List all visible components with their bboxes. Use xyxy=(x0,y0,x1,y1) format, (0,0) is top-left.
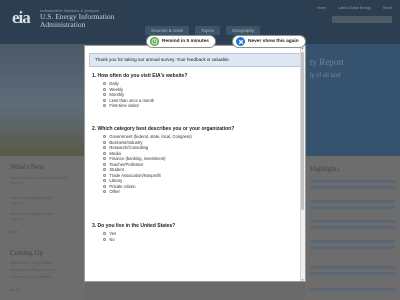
option-label: Daily xyxy=(109,81,119,87)
radio-button[interactable] xyxy=(103,87,107,91)
radio-button[interactable] xyxy=(103,151,107,155)
option-label: No xyxy=(109,236,115,242)
option-label: First-time visitor xyxy=(109,103,139,109)
option-label: Yes xyxy=(109,231,117,237)
nav-topics[interactable]: Topics xyxy=(195,26,221,35)
radio-button[interactable] xyxy=(103,162,107,166)
radio-button[interactable] xyxy=(103,104,107,108)
option-label: Other xyxy=(109,189,120,195)
option-label: Trade Association/Nonprofit xyxy=(109,172,161,178)
highlight-line xyxy=(310,226,395,229)
radio-button[interactable] xyxy=(103,146,107,150)
highlight-line xyxy=(310,272,395,275)
survey-dialog: Thank you for taking our annual survey. … xyxy=(84,45,306,282)
highlight-line xyxy=(310,246,395,249)
scroll-down-arrow-icon[interactable]: ▼ xyxy=(301,279,304,282)
header-link[interactable]: Home xyxy=(317,6,326,10)
radio-option[interactable]: Government (federal, state, local, Congr… xyxy=(103,134,192,140)
whats-new-item[interactable]: Monthly Consumer Electricity Report Augu… xyxy=(10,176,78,185)
question-2-options: Government (federal, state, local, Congr… xyxy=(103,134,192,195)
radio-button[interactable] xyxy=(103,82,107,86)
highlight-line xyxy=(310,266,395,269)
hero-subtitle: ly of oil and xyxy=(310,73,341,79)
radio-button[interactable] xyxy=(103,232,107,236)
whats-new-title: What's New xyxy=(10,163,45,171)
highlight-line xyxy=(310,180,395,183)
option-label: Teacher/Professor xyxy=(109,161,144,167)
option-label: Student xyxy=(109,167,124,173)
radio-button[interactable] xyxy=(103,190,107,194)
remind-later-label: Remind in 5 minutes xyxy=(162,39,209,44)
highlight-line xyxy=(310,220,395,223)
option-label: Business/Industry xyxy=(109,139,143,145)
option-label: Finance (banking, investment) xyxy=(109,156,166,162)
hero-photo xyxy=(0,44,85,156)
option-label: Media xyxy=(109,150,121,156)
highlight-line xyxy=(310,206,395,209)
option-label: Research/Consulting xyxy=(109,145,149,151)
radio-button[interactable] xyxy=(103,98,107,102)
nav-geography[interactable]: Geography xyxy=(226,26,261,35)
radio-button[interactable] xyxy=(103,135,107,139)
radio-option[interactable]: Other xyxy=(103,189,192,195)
header-links: Home Latest Global Energy Reset xyxy=(317,6,392,10)
hero-feature-panel xyxy=(290,44,400,156)
highlight-line xyxy=(310,200,395,203)
radio-button[interactable] xyxy=(103,157,107,161)
radio-button[interactable] xyxy=(103,179,107,183)
close-icon xyxy=(236,37,245,46)
coming-up-item[interactable]: Short-Term Energy Outlook xyxy=(10,261,78,266)
whats-new-item[interactable]: Short-Term Energy Outlook August 9 xyxy=(10,212,78,221)
coming-up-item[interactable]: International Energy Outlook xyxy=(10,268,78,273)
survey-intro: Thank you for taking our annual survey. … xyxy=(89,53,301,67)
coming-up-title: Coming Up xyxy=(10,249,43,257)
header-link[interactable]: Latest Global Energy xyxy=(338,6,371,10)
radio-button[interactable] xyxy=(103,184,107,188)
header-link[interactable]: Reset xyxy=(383,6,392,10)
search-input[interactable] xyxy=(332,16,392,23)
whats-new-item[interactable]: Drilling Productivity Report August 17 xyxy=(10,196,78,205)
option-label: Monthly xyxy=(109,92,125,98)
clock-icon xyxy=(150,37,159,46)
option-label: Private citizen xyxy=(109,183,136,189)
radio-button[interactable] xyxy=(103,168,107,172)
highlights-title: Highlights xyxy=(310,165,340,173)
radio-button[interactable] xyxy=(103,140,107,144)
hero-title[interactable]: ty Report xyxy=(310,57,344,67)
main-nav: Sources & Uses Topics Geography xyxy=(145,26,261,35)
coming-up-more-link[interactable]: More xyxy=(10,287,19,292)
highlight-line xyxy=(310,288,395,291)
item-date: August 9 xyxy=(10,216,22,221)
never-show-button[interactable]: Never show this again xyxy=(232,35,306,48)
scroll-thumb[interactable] xyxy=(301,52,304,210)
question-2-label: 2. Which category best describes you or … xyxy=(92,126,235,132)
never-show-label: Never show this again xyxy=(248,39,299,44)
radio-button[interactable] xyxy=(103,237,107,241)
question-3-options: Yes No xyxy=(103,231,116,242)
question-1-options: Daily Weekly Monthly Less than once a mo… xyxy=(103,81,154,109)
coming-up-item[interactable]: Petroleum Supply Monthly xyxy=(10,275,78,280)
eia-logo[interactable]: eia xyxy=(12,8,38,28)
item-date: August 17 xyxy=(10,180,24,185)
whats-new-more-link[interactable]: More xyxy=(10,229,19,234)
modal-scrollbar[interactable]: ▲ ▼ xyxy=(300,46,305,282)
radio-button[interactable] xyxy=(103,173,107,177)
radio-button[interactable] xyxy=(103,93,107,97)
radio-option[interactable]: Less than once a month xyxy=(103,98,154,104)
brand-name: U.S. Energy Information Administration xyxy=(40,12,115,29)
item-date: August 17 xyxy=(10,200,24,205)
remind-later-button[interactable]: Remind in 5 minutes xyxy=(146,35,216,48)
option-label: Library xyxy=(109,178,123,184)
option-label: Weekly xyxy=(109,86,124,92)
highlight-line xyxy=(310,186,395,189)
highlight-line xyxy=(310,240,395,243)
question-1-label: 1. How often do you visit EIA's website? xyxy=(92,73,188,79)
nav-sources-uses[interactable]: Sources & Uses xyxy=(145,26,190,35)
radio-option[interactable]: No xyxy=(103,237,116,243)
option-label: Less than once a month xyxy=(109,97,155,103)
option-label: Government (federal, state, local, Congr… xyxy=(109,134,192,140)
radio-option[interactable]: First-time visitor xyxy=(103,103,154,109)
question-3-label: 3. Do you live in the United States? xyxy=(92,223,176,229)
